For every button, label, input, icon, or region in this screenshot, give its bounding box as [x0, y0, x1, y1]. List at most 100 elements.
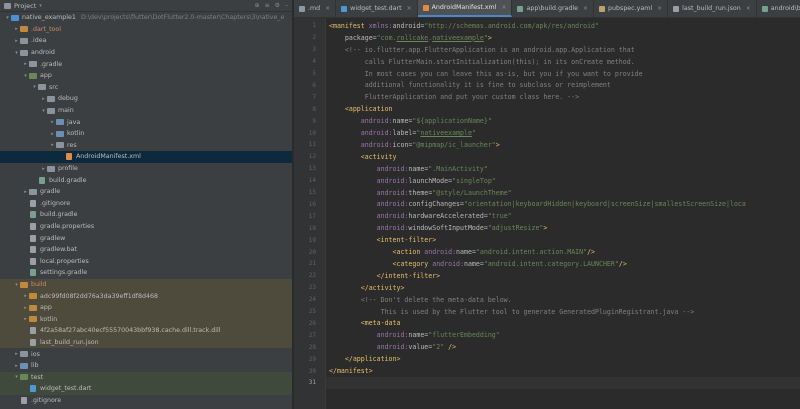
- project-view-icon[interactable]: [4, 2, 11, 9]
- chevron-right-icon[interactable]: ▸: [13, 26, 20, 32]
- tree-item[interactable]: ▸ ios: [0, 348, 292, 360]
- tree-item[interactable]: ▸ lib: [0, 360, 292, 372]
- tree-item[interactable]: ▸ app: [0, 302, 292, 314]
- code-line[interactable]: In most cases you can leave this as-is, …: [326, 68, 800, 80]
- code-line[interactable]: android: icon = "@mipmap/ic_launcher" >: [326, 139, 800, 151]
- tree-item[interactable]: ▸ debug: [0, 93, 292, 105]
- tree-item[interactable]: ▸ .dart_tool: [0, 24, 292, 36]
- chevron-down-icon[interactable]: ▾: [13, 374, 20, 380]
- tree-item[interactable]: 4f2a58af27abc40ecf55570043bbf938.cache.d…: [0, 325, 292, 337]
- tree-item[interactable]: ▾ build: [0, 278, 292, 291]
- chevron-right-icon[interactable]: ▸: [13, 363, 20, 369]
- chevron-right-icon[interactable]: ▸: [49, 131, 56, 137]
- tree-item[interactable]: ▸ adc99fd08f2dd76a3da39eff1df8d468: [0, 290, 292, 302]
- editor-tab[interactable]: .md ×: [294, 0, 337, 17]
- editor-tab[interactable]: app\build.gradle ×: [512, 0, 595, 17]
- editor-tab[interactable]: AndroidManifest.xml ×: [417, 0, 513, 17]
- chevron-right-icon[interactable]: ▸: [13, 38, 20, 44]
- code-line[interactable]: additional functionality it is fine to s…: [326, 80, 800, 92]
- code-line[interactable]: </application>: [326, 353, 800, 365]
- tree-item[interactable]: ▸ gradle: [0, 186, 292, 198]
- code-line[interactable]: <activity: [326, 151, 800, 163]
- close-icon[interactable]: ×: [501, 4, 506, 11]
- code-line[interactable]: <category android: name = "android.intent.c…: [326, 258, 800, 270]
- hide-icon[interactable]: –: [285, 2, 288, 9]
- chevron-right-icon[interactable]: ▸: [49, 142, 56, 148]
- collapse-all-icon[interactable]: ≡: [265, 2, 270, 9]
- editor-tab[interactable]: pubspec.yaml ×: [594, 0, 669, 17]
- code-line[interactable]: This is used by the Flutter tool to gene…: [326, 306, 800, 318]
- code-line[interactable]: </intent-filter>: [326, 270, 800, 282]
- code-line[interactable]: [326, 377, 800, 389]
- code-line[interactable]: <intent-filter>: [326, 234, 800, 246]
- tree-item[interactable]: last_build_run.json: [0, 336, 292, 349]
- tree-item[interactable]: build.gradle: [0, 209, 292, 221]
- code-line[interactable]: android: launchMode = "singleTop": [326, 175, 800, 187]
- locate-icon[interactable]: ⊕: [255, 2, 260, 9]
- code-line[interactable]: android: label = " nativeexample ": [326, 127, 800, 139]
- tree-item[interactable]: ▾ main: [0, 105, 292, 117]
- tree-item[interactable]: widget_test.dart: [0, 383, 292, 395]
- code-line[interactable]: android: windowSoftInputMode = "adjustResiz…: [326, 222, 800, 234]
- chevron-right-icon[interactable]: ▸: [49, 119, 56, 125]
- close-icon[interactable]: ×: [407, 5, 412, 12]
- code-line[interactable]: <!-- Don't delete the meta-data below.: [326, 294, 800, 306]
- tree-item[interactable]: ▸ java: [0, 116, 292, 128]
- code-line[interactable]: </activity>: [326, 282, 800, 294]
- tree-item[interactable]: build.gradle: [0, 174, 292, 186]
- close-icon[interactable]: ×: [746, 5, 751, 12]
- chevron-right-icon[interactable]: ▸: [22, 293, 29, 299]
- code-line[interactable]: android: name = ".MainActivity": [326, 163, 800, 175]
- tree-item[interactable]: ▸ kotlin: [0, 128, 292, 140]
- tree-item[interactable]: ▸ profile: [0, 163, 292, 175]
- tree-item[interactable]: gradle.properties: [0, 221, 292, 233]
- code-line[interactable]: android: theme = "@style/LaunchTheme": [326, 187, 800, 199]
- tree-item[interactable]: ▸ kotlin: [0, 313, 292, 326]
- code-line[interactable]: android: name = "${applicationName}": [326, 115, 800, 127]
- chevron-down-icon[interactable]: ▾: [31, 84, 38, 90]
- code-line[interactable]: android: configChanges = "orientation|keybo…: [326, 199, 800, 211]
- editor-tab[interactable]: widget_test.dart ×: [336, 0, 418, 17]
- tree-item[interactable]: ▸ .idea: [0, 35, 292, 47]
- project-panel-title[interactable]: Project: [14, 2, 36, 10]
- tree-item[interactable]: .gitignore: [0, 395, 292, 407]
- chevron-down-icon[interactable]: ▾: [4, 15, 11, 21]
- chevron-down-icon[interactable]: ▾: [39, 3, 42, 9]
- chevron-right-icon[interactable]: ▸: [40, 166, 47, 172]
- chevron-right-icon[interactable]: ▸: [22, 316, 29, 322]
- tree-item[interactable]: gradlew: [0, 232, 292, 244]
- tree-item[interactable]: ▾ native_example1 D:\dev\projects\flutter\…: [0, 12, 292, 24]
- code-line[interactable]: FlutterApplication and put your custom c…: [326, 91, 800, 103]
- chevron-right-icon[interactable]: ▸: [22, 305, 29, 311]
- code-line[interactable]: android: hardwareAccelerated = "true": [326, 210, 800, 222]
- tree-item[interactable]: gradlew.bat: [0, 244, 292, 256]
- code-line[interactable]: <action android: name = "android.intent.act…: [326, 246, 800, 258]
- chevron-right-icon[interactable]: ▸: [40, 96, 47, 102]
- gear-icon[interactable]: ⚙: [275, 2, 280, 9]
- code-line[interactable]: android: name = "flutterEmbedding": [326, 329, 800, 341]
- tree-item[interactable]: ▾ android: [0, 47, 292, 59]
- tree-item[interactable]: ▾ test: [0, 371, 292, 384]
- chevron-right-icon[interactable]: ▸: [22, 189, 29, 195]
- editor-tab[interactable]: android\build.gradle×: [757, 0, 800, 17]
- code-line[interactable]: package = "com. rollcake. nativeexample " >: [326, 32, 800, 44]
- tree-item[interactable]: settings.gradle: [0, 267, 292, 279]
- close-icon[interactable]: ×: [657, 5, 662, 12]
- code-line[interactable]: <application: [326, 103, 800, 115]
- code-line[interactable]: <!-- io.flutter.app.FlutterApplication i…: [326, 44, 800, 56]
- chevron-down-icon[interactable]: ▾: [13, 50, 20, 56]
- close-icon[interactable]: ×: [583, 5, 588, 12]
- code-area[interactable]: <manifest xmlns: android = "http://schemas.…: [326, 18, 800, 409]
- tree-item[interactable]: local.properties: [0, 256, 292, 268]
- code-line[interactable]: calls FlutterMain.startInitialization(th…: [326, 56, 800, 68]
- code-line[interactable]: android: value = "2" />: [326, 341, 800, 353]
- code-line[interactable]: <meta-data: [326, 318, 800, 330]
- tree-item[interactable]: ▾ src: [0, 82, 292, 94]
- chevron-down-icon[interactable]: ▾: [22, 73, 29, 79]
- tree-item[interactable]: .gitignore: [0, 198, 292, 210]
- chevron-right-icon[interactable]: ▸: [22, 61, 29, 67]
- code-line[interactable]: <manifest xmlns: android = "http://schemas.…: [326, 20, 800, 32]
- chevron-right-icon[interactable]: ▸: [13, 351, 20, 357]
- chevron-down-icon[interactable]: ▾: [40, 108, 47, 114]
- code-line[interactable]: </manifest>: [326, 365, 800, 377]
